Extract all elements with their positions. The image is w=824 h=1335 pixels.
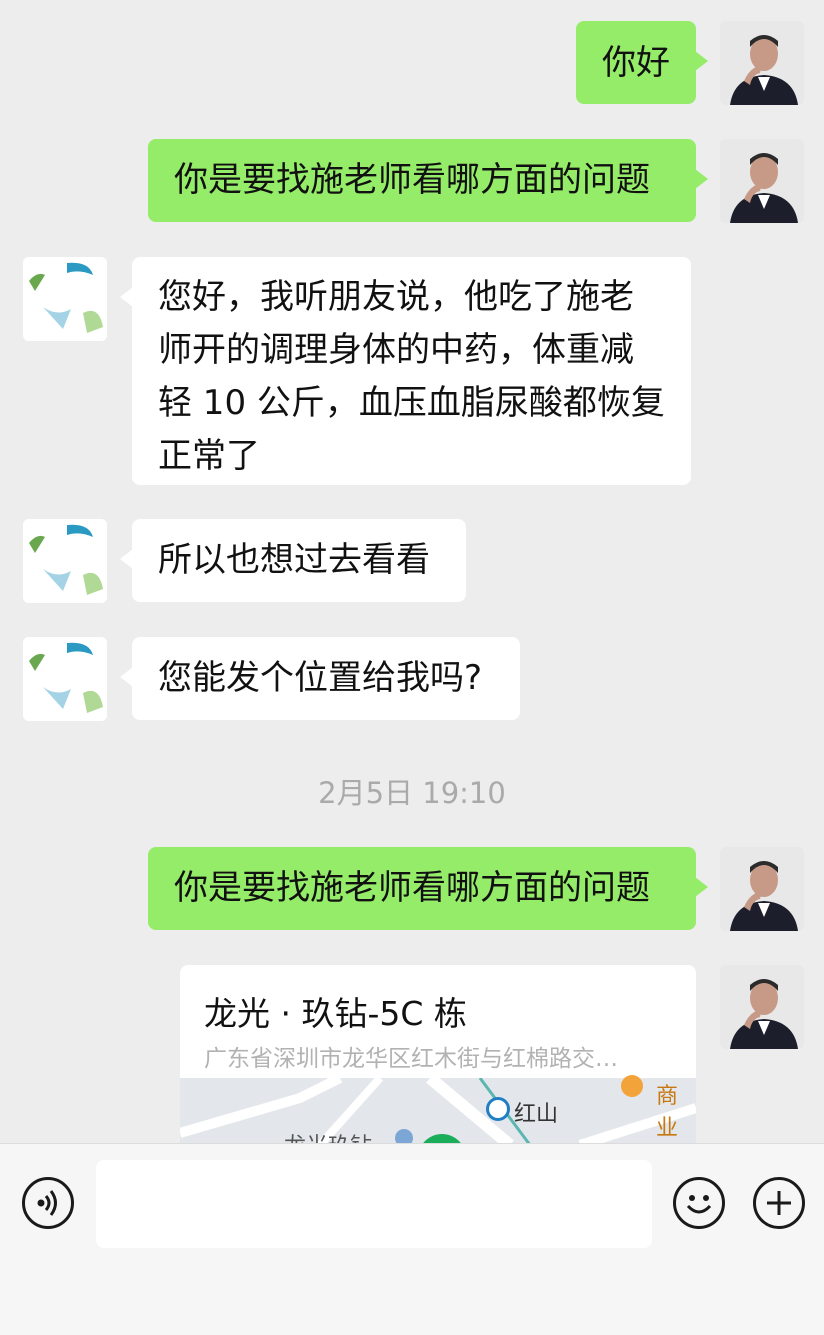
message-bubble-me[interactable]: 你是要找施老师看哪方面的问题 bbox=[148, 847, 708, 930]
poi-pin-icon bbox=[621, 1075, 643, 1097]
map-label-station: 红山 bbox=[514, 1102, 559, 1127]
avatar[interactable] bbox=[23, 637, 107, 721]
avatar-photo-icon bbox=[720, 21, 804, 105]
message-line: 正常了 bbox=[158, 436, 260, 476]
emoji-button[interactable] bbox=[673, 1177, 725, 1229]
avatar[interactable] bbox=[720, 847, 804, 931]
avatar-photo-icon bbox=[720, 139, 804, 223]
map-roads-icon bbox=[180, 1078, 696, 1145]
avatar[interactable] bbox=[720, 965, 804, 1049]
emoji-icon bbox=[686, 1195, 712, 1214]
location-title: 龙光 · 玖钻-5C 栋 bbox=[204, 994, 467, 1033]
message-bubble-me[interactable]: 你是要找施老师看哪方面的问题 bbox=[148, 139, 708, 222]
message-line: 您好，我听朋友说，他吃了施老 bbox=[158, 277, 634, 317]
message-text: 你是要找施老师看哪方面的问题 bbox=[174, 160, 650, 200]
avatar-blurred-icon bbox=[23, 257, 107, 341]
message-line: 轻 10 公斤，血压血脂尿酸都恢复 bbox=[158, 383, 665, 423]
avatar-blurred-icon bbox=[23, 519, 107, 603]
location-map-preview[interactable]: 红山 商业 龙光玖钻 bbox=[180, 1075, 696, 1145]
avatar[interactable] bbox=[720, 139, 804, 223]
message-bubble-other[interactable]: 所以也想过去看看 bbox=[120, 519, 466, 602]
more-functions-button[interactable] bbox=[753, 1177, 805, 1229]
message-bubble-me[interactable]: 你好 bbox=[576, 21, 708, 104]
plus-icon bbox=[767, 1191, 791, 1215]
message-bubble-other[interactable]: 您好，我听朋友说，他吃了施老 师开的调理身体的中药，体重减 轻 10 公斤，血压… bbox=[120, 257, 691, 485]
avatar[interactable] bbox=[23, 257, 107, 341]
avatar[interactable] bbox=[23, 519, 107, 603]
message-text: 您能发个位置给我吗? bbox=[158, 658, 483, 698]
chat-timestamp: 2月5日 19:10 bbox=[318, 776, 506, 810]
message-text: 你是要找施老师看哪方面的问题 bbox=[174, 868, 650, 908]
message-text: 所以也想过去看看 bbox=[158, 540, 430, 580]
message-line: 师开的调理身体的中药，体重减 bbox=[158, 330, 634, 370]
avatar-photo-icon bbox=[720, 847, 804, 931]
metro-station-icon bbox=[486, 1097, 510, 1121]
voice-input-button[interactable] bbox=[22, 1177, 74, 1229]
avatar[interactable] bbox=[720, 21, 804, 105]
map-label-poi: 商业 bbox=[656, 1084, 679, 1141]
avatar-photo-icon bbox=[720, 965, 804, 1049]
avatar-blurred-icon bbox=[23, 637, 107, 721]
chat-input-bar bbox=[0, 1143, 824, 1335]
message-input[interactable] bbox=[96, 1160, 652, 1248]
message-bubble-other[interactable]: 您能发个位置给我吗? bbox=[120, 637, 520, 720]
location-message-card[interactable]: 龙光 · 玖钻-5C 栋 广东省深圳市龙华区红木街与红棉路交… 红山 商业 龙光… bbox=[180, 965, 696, 1145]
message-text: 你好 bbox=[602, 43, 670, 83]
location-address: 广东省深圳市龙华区红木街与红棉路交… bbox=[204, 1046, 618, 1072]
voice-icon bbox=[37, 1190, 57, 1216]
